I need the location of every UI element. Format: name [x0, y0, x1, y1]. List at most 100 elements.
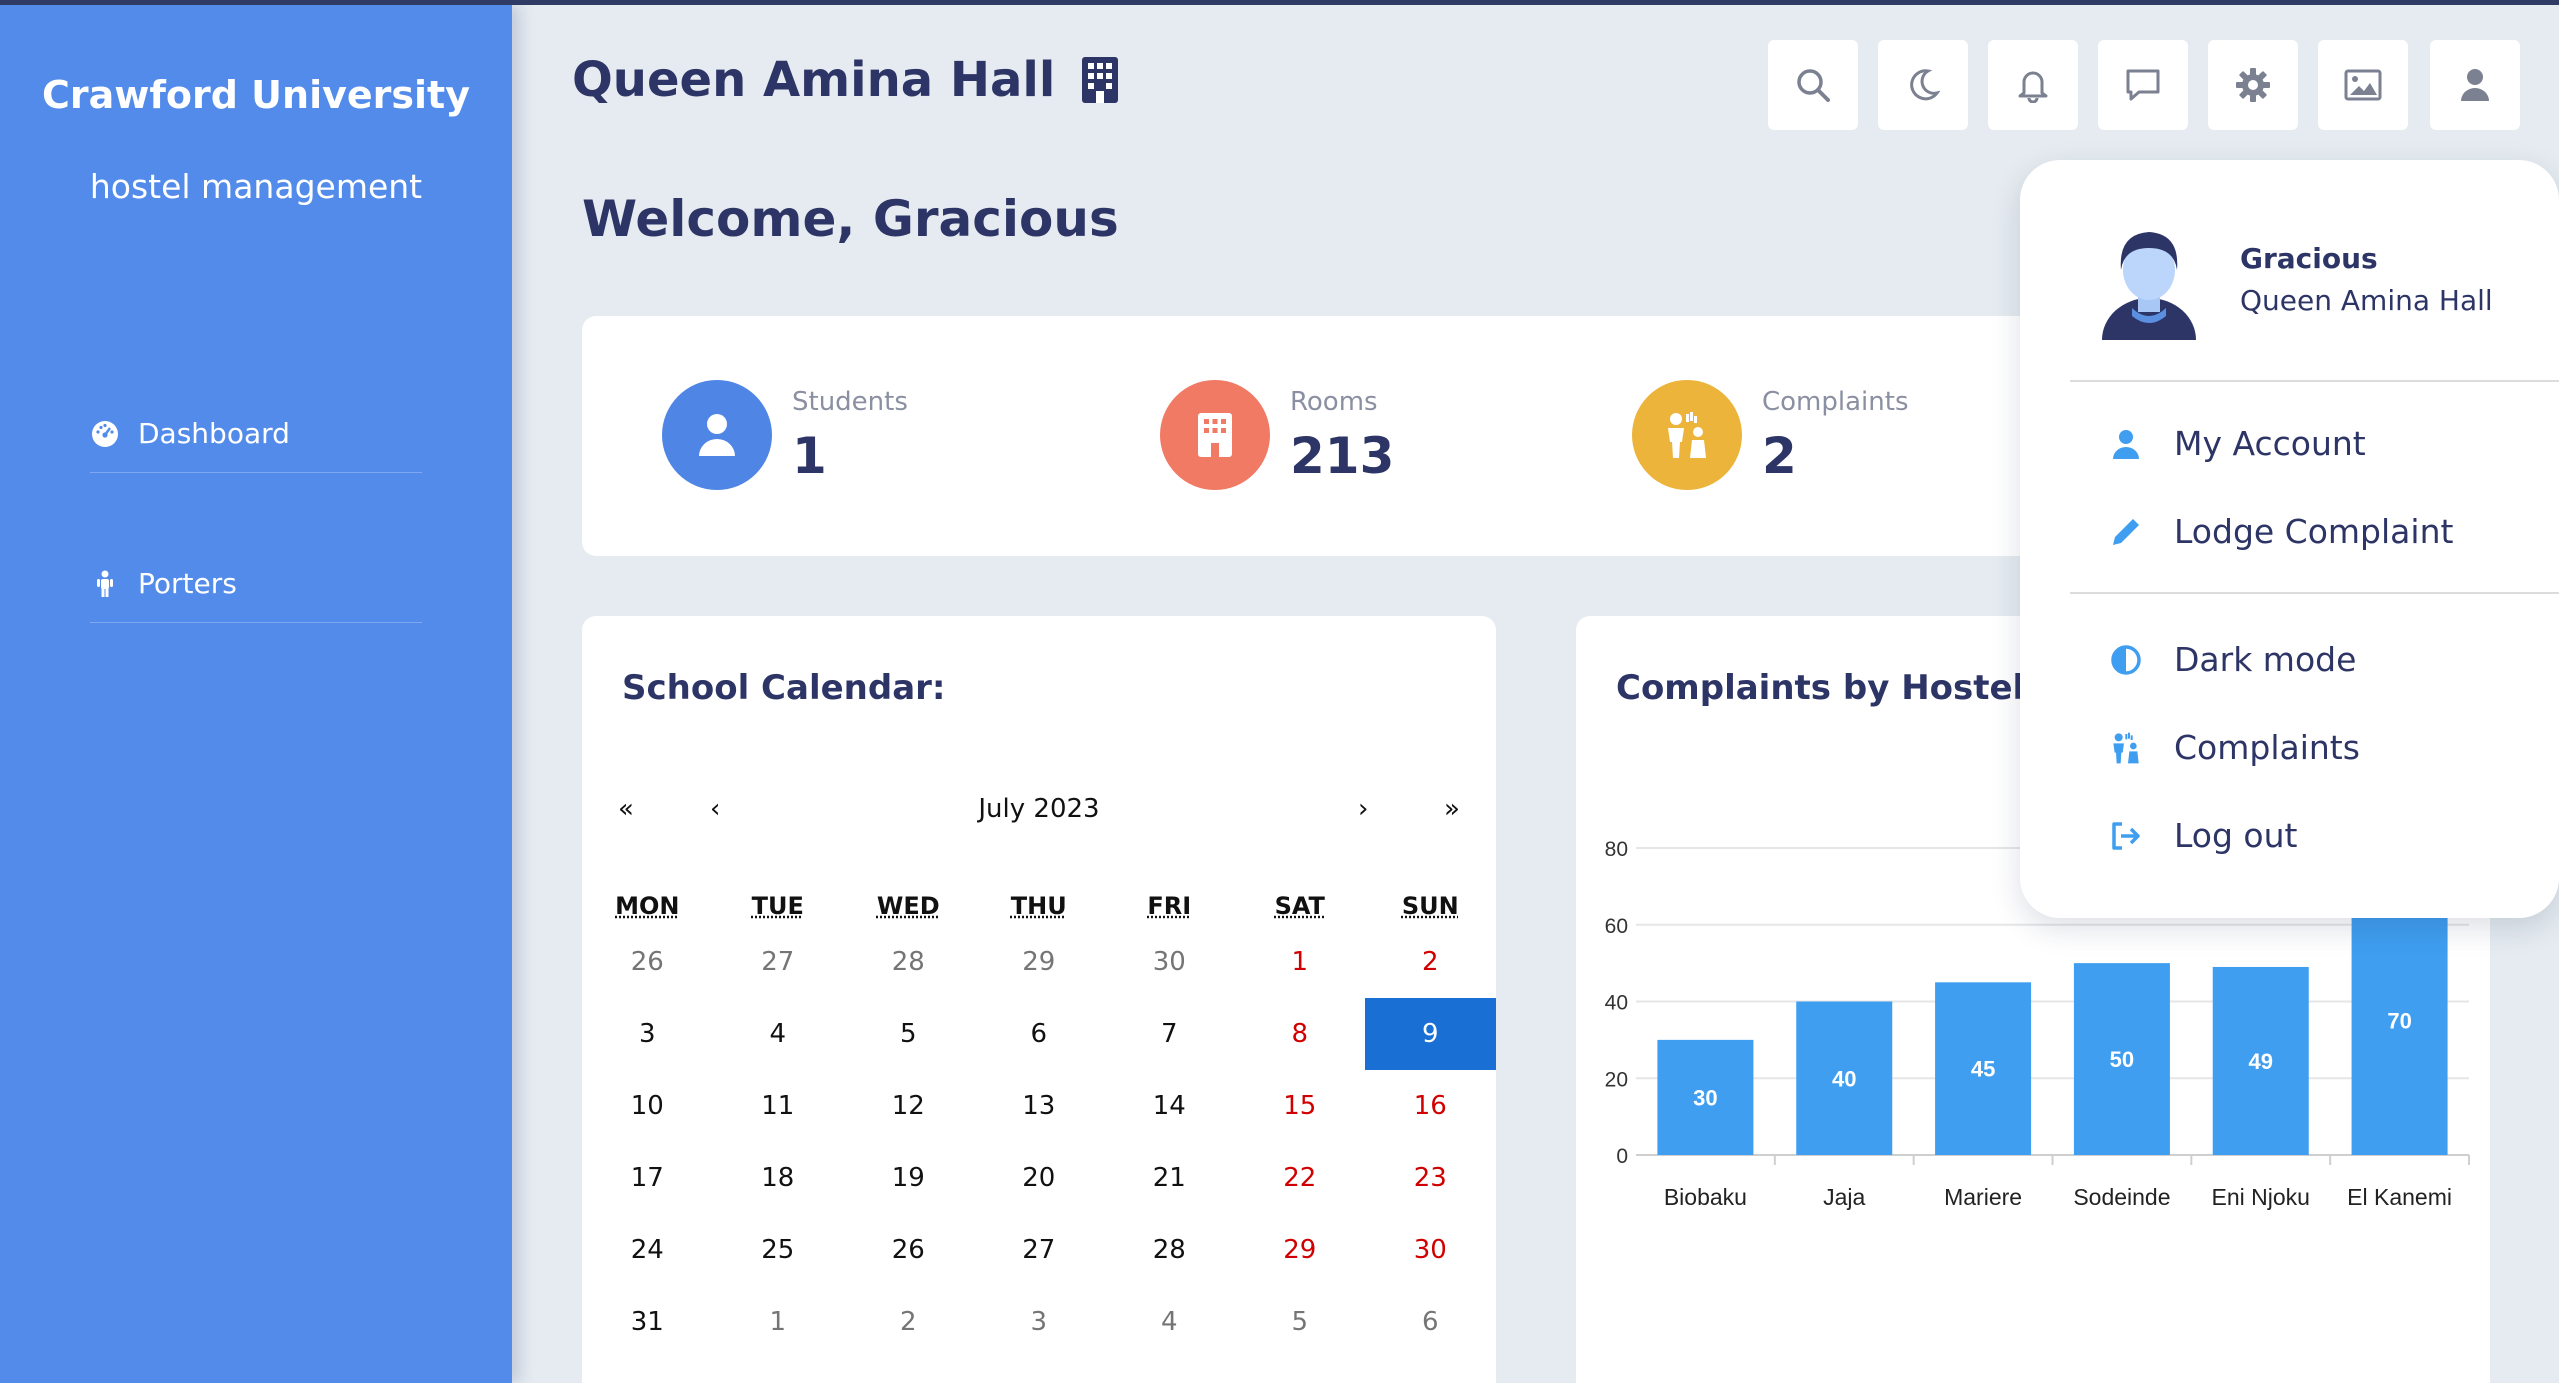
bell-icon	[2018, 71, 2048, 103]
menu-item-complaints[interactable]: Complaints	[2108, 728, 2360, 767]
calendar-day[interactable]: 20	[974, 1142, 1105, 1214]
weekday-header: FRI	[1147, 892, 1192, 920]
bar-value-label: 30	[1693, 1085, 1717, 1110]
search-button[interactable]	[1768, 40, 1858, 130]
stats-card: Students 1 Rooms 213 Complaints 2	[582, 316, 2082, 556]
user-menu-button[interactable]	[2430, 40, 2520, 130]
settings-button[interactable]	[2208, 40, 2298, 130]
calendar-day[interactable]: 30	[1365, 1214, 1496, 1286]
weekday-header: WED	[876, 892, 940, 920]
calendar-day[interactable]: 12	[843, 1070, 974, 1142]
calendar-day[interactable]: 9	[1365, 998, 1496, 1070]
calendar-day[interactable]: 6	[974, 998, 1105, 1070]
menu-item-label: Log out	[2174, 816, 2298, 855]
calendar-day[interactable]: 28	[1104, 1214, 1235, 1286]
calendar-day[interactable]: 3	[974, 1286, 1105, 1358]
stat-students[interactable]: Students 1	[662, 380, 908, 490]
user-dropdown-menu: Gracious Queen Amina Hall My Account Lod…	[2020, 160, 2559, 918]
calendar-week-row: 26 27 28 29 30 1 2	[582, 926, 1496, 998]
chat-icon	[2126, 69, 2160, 101]
calendar-day[interactable]: 22	[1235, 1142, 1366, 1214]
bar-value-label: 70	[2387, 1009, 2411, 1034]
calendar-day[interactable]: 27	[713, 926, 844, 998]
calendar-day[interactable]: 27	[974, 1214, 1105, 1286]
x-tick-label: Jaja	[1823, 1184, 1865, 1210]
calendar-day[interactable]: 31	[582, 1286, 713, 1358]
stat-label: Complaints	[1762, 387, 1909, 417]
gallery-button[interactable]	[2318, 40, 2408, 130]
calendar-day[interactable]: 1	[713, 1286, 844, 1358]
stat-complaints[interactable]: Complaints 2	[1632, 380, 1909, 490]
sidebar: Crawford University hostel management Da…	[0, 5, 512, 1383]
next-month-button[interactable]: ›	[1358, 794, 1368, 824]
calendar-day[interactable]: 11	[713, 1070, 844, 1142]
calendar-day[interactable]: 29	[1235, 1214, 1366, 1286]
calendar-day[interactable]: 21	[1104, 1142, 1235, 1214]
menu-item-dark-mode[interactable]: Dark mode	[2108, 640, 2356, 679]
brand-subtitle: hostel management	[89, 167, 423, 206]
y-tick-label: 0	[1616, 1145, 1628, 1168]
hall-name: Queen Amina Hall	[572, 52, 1056, 108]
calendar-day[interactable]: 17	[582, 1142, 713, 1214]
stat-rooms[interactable]: Rooms 213	[1160, 380, 1394, 490]
gear-icon	[2236, 68, 2270, 102]
menu-item-my-account[interactable]: My Account	[2108, 424, 2366, 463]
sidebar-item-porters[interactable]: Porters	[90, 545, 422, 623]
calendar-day[interactable]: 19	[843, 1142, 974, 1214]
calendar-day[interactable]: 26	[582, 926, 713, 998]
calendar-day[interactable]: 7	[1104, 998, 1235, 1070]
calendar-day[interactable]: 5	[843, 998, 974, 1070]
notifications-button[interactable]	[1988, 40, 2078, 130]
theme-toggle-button[interactable]	[1878, 40, 1968, 130]
calendar-week-row: 10 11 12 13 14 15 16	[582, 1070, 1496, 1142]
calendar-day[interactable]: 26	[843, 1214, 974, 1286]
search-icon	[1797, 69, 1830, 102]
brand-title: Crawford University	[42, 73, 470, 117]
messages-button[interactable]	[2098, 40, 2188, 130]
y-tick-label: 40	[1605, 992, 1628, 1015]
dashboard-gauge-icon	[90, 419, 120, 449]
calendar-day[interactable]: 15	[1235, 1070, 1366, 1142]
pencil-icon	[2108, 514, 2144, 550]
calendar-day[interactable]: 29	[974, 926, 1105, 998]
calendar-day[interactable]: 2	[843, 1286, 974, 1358]
calendar-day[interactable]: 24	[582, 1214, 713, 1286]
menu-item-label: My Account	[2174, 424, 2366, 463]
menu-item-log-out[interactable]: Log out	[2108, 816, 2297, 855]
calendar-day[interactable]: 1	[1235, 926, 1366, 998]
moon-icon	[1910, 69, 1940, 101]
person-standing-icon	[90, 569, 120, 599]
calendar-day[interactable]: 16	[1365, 1070, 1496, 1142]
complaint-icon	[2108, 730, 2144, 766]
sidebar-item-dashboard[interactable]: Dashboard	[90, 395, 422, 473]
next-year-button[interactable]: »	[1444, 794, 1460, 824]
stat-value: 213	[1290, 427, 1395, 485]
calendar-day[interactable]: 25	[713, 1214, 844, 1286]
calendar-day[interactable]: 18	[713, 1142, 844, 1214]
menu-item-label: Complaints	[2174, 728, 2360, 767]
calendar-title: School Calendar:	[622, 668, 946, 708]
weekday-header: MON	[615, 892, 680, 920]
calendar-day[interactable]: 3	[582, 998, 713, 1070]
avatar	[2102, 232, 2196, 340]
calendar-day[interactable]: 4	[1104, 1286, 1235, 1358]
stat-label: Students	[792, 387, 908, 417]
calendar-day[interactable]: 6	[1365, 1286, 1496, 1358]
calendar-day[interactable]: 2	[1365, 926, 1496, 998]
calendar-day[interactable]: 30	[1104, 926, 1235, 998]
calendar-day[interactable]: 14	[1104, 1070, 1235, 1142]
x-tick-label: Mariere	[1944, 1184, 2022, 1210]
calendar-day[interactable]: 5	[1235, 1286, 1366, 1358]
building-icon	[1198, 413, 1232, 457]
calendar-day[interactable]: 23	[1365, 1142, 1496, 1214]
calendar-day[interactable]: 8	[1235, 998, 1366, 1070]
user-hall: Queen Amina Hall	[2240, 284, 2493, 317]
x-tick-label: Biobaku	[1664, 1184, 1747, 1210]
weekday-header: THU	[1010, 892, 1067, 920]
calendar-day[interactable]: 13	[974, 1070, 1105, 1142]
calendar-day[interactable]: 10	[582, 1070, 713, 1142]
calendar-day[interactable]: 28	[843, 926, 974, 998]
x-tick-label: El Kanemi	[2347, 1184, 2452, 1210]
calendar-day[interactable]: 4	[713, 998, 844, 1070]
menu-item-lodge-complaint[interactable]: Lodge Complaint	[2108, 512, 2453, 551]
